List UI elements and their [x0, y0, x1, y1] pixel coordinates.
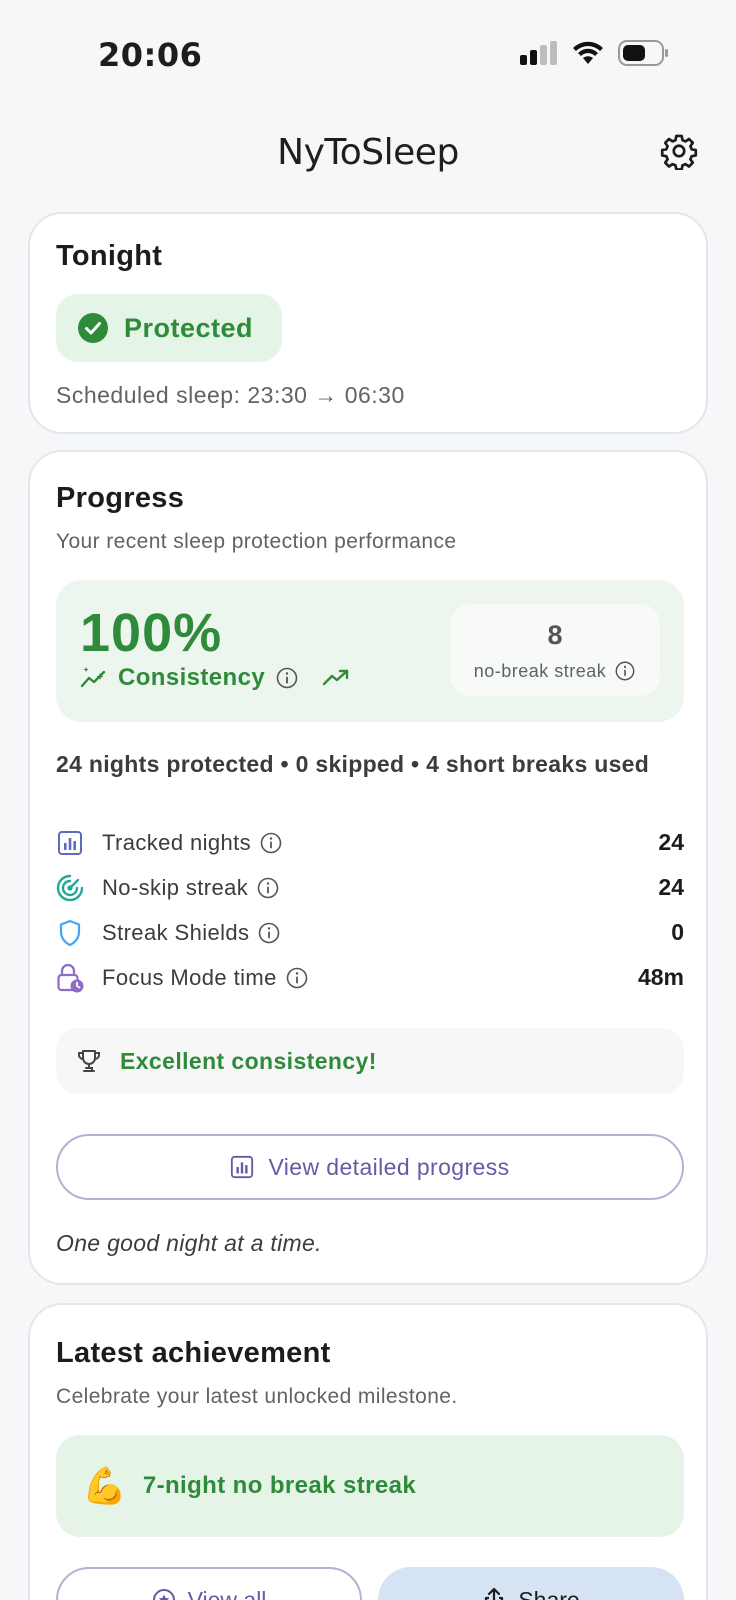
achievement-actions: View all Share [56, 1567, 684, 1600]
consistency-hero: 100% Consistency 8 no-break streak [56, 580, 684, 722]
no-break-streak-label: no-break streak [473, 660, 607, 681]
app-header: NyToSleep [0, 118, 736, 188]
stat-label: Tracked nights [102, 829, 252, 855]
progress-subtitle: Your recent sleep protection performance [56, 530, 457, 553]
stat-value: 24 [658, 829, 684, 855]
trophy-icon [78, 1050, 100, 1072]
view-detailed-progress-button[interactable]: View detailed progress [56, 1134, 684, 1200]
info-icon[interactable] [275, 666, 299, 690]
consistency-percentage: 100% [80, 603, 223, 663]
achievement-name: 7-night no break streak [142, 1472, 417, 1499]
lock-clock-icon [56, 963, 84, 992]
tonight-title: Tonight [56, 240, 163, 272]
achievement-subtitle: Celebrate your latest unlocked milestone… [56, 1385, 458, 1408]
latest-achievement-item[interactable]: 💪 7-night no break streak [56, 1435, 684, 1537]
progress-title: Progress [56, 482, 185, 514]
progress-summary: 24 nights protected • 0 skipped • 4 shor… [56, 751, 650, 777]
info-icon[interactable] [285, 966, 309, 990]
share-button[interactable]: Share [378, 1567, 684, 1600]
stat-row-streak-shields: Streak Shields 0 [56, 910, 684, 955]
status-bar: 20:06 [0, 0, 736, 108]
motto-text: One good night at a time. [56, 1230, 322, 1256]
stat-value: 24 [658, 874, 684, 900]
share-label: Share [518, 1586, 580, 1600]
radar-target-icon [56, 874, 84, 902]
cellular-signal-icon [520, 41, 557, 65]
consistency-label-row: Consistency [80, 664, 351, 692]
info-icon[interactable] [259, 831, 283, 855]
info-icon[interactable] [257, 921, 281, 945]
stat-row-focus-mode-time: Focus Mode time 48m [56, 955, 684, 1000]
info-icon[interactable] [614, 660, 636, 682]
protected-status-label: Protected [124, 312, 254, 343]
excellent-consistency-text: Excellent consistency! [120, 1047, 377, 1074]
view-all-button[interactable]: View all [56, 1567, 362, 1600]
consistency-label: Consistency [118, 664, 266, 691]
check-circle-icon [78, 313, 108, 343]
no-break-streak-value: 8 [547, 620, 563, 650]
flexed-biceps-icon: 💪 [82, 1465, 127, 1506]
stat-label: Focus Mode time [102, 964, 277, 990]
status-icons [520, 40, 670, 66]
stat-list: Tracked nights 24 No-skip streak 24 Stre… [56, 820, 684, 1000]
stat-label: Streak Shields [102, 919, 250, 945]
shield-icon [56, 919, 84, 947]
star-badge-icon [152, 1589, 175, 1600]
status-time: 20:06 [98, 36, 203, 74]
view-all-label: View all [187, 1586, 267, 1600]
stat-row-no-skip-streak: No-skip streak 24 [56, 865, 684, 910]
excellent-consistency-badge: Excellent consistency! [56, 1028, 684, 1094]
no-break-streak-label-row: no-break streak [450, 660, 660, 682]
info-icon[interactable] [256, 876, 280, 900]
sparkle-chart-icon [80, 667, 106, 688]
scheduled-sleep-text: Scheduled sleep: 23:30 → 06:30 [56, 382, 405, 408]
stat-label: No-skip streak [102, 874, 249, 900]
achievement-title: Latest achievement [56, 1337, 331, 1369]
wifi-icon [573, 41, 603, 64]
view-detailed-progress-label: View detailed progress [268, 1153, 510, 1180]
bar-chart-icon [56, 829, 84, 857]
progress-card: Progress Your recent sleep protection pe… [28, 450, 708, 1285]
stat-value: 48m [637, 964, 684, 990]
app-title: NyToSleep [277, 132, 459, 173]
achievement-card: Latest achievement Celebrate your latest… [28, 1303, 708, 1600]
stat-row-tracked-nights: Tracked nights 24 [56, 820, 684, 865]
share-icon [485, 1587, 504, 1600]
battery-icon [618, 40, 668, 66]
tonight-card: Tonight Protected Scheduled sleep: 23:30… [28, 212, 708, 434]
stat-value: 0 [671, 919, 684, 945]
bar-chart-icon [231, 1155, 254, 1179]
gear-icon[interactable] [660, 132, 698, 170]
trending-up-icon [322, 669, 349, 686]
no-break-streak-box: 8 no-break streak [450, 604, 660, 696]
protected-status-badge: Protected [56, 294, 282, 362]
